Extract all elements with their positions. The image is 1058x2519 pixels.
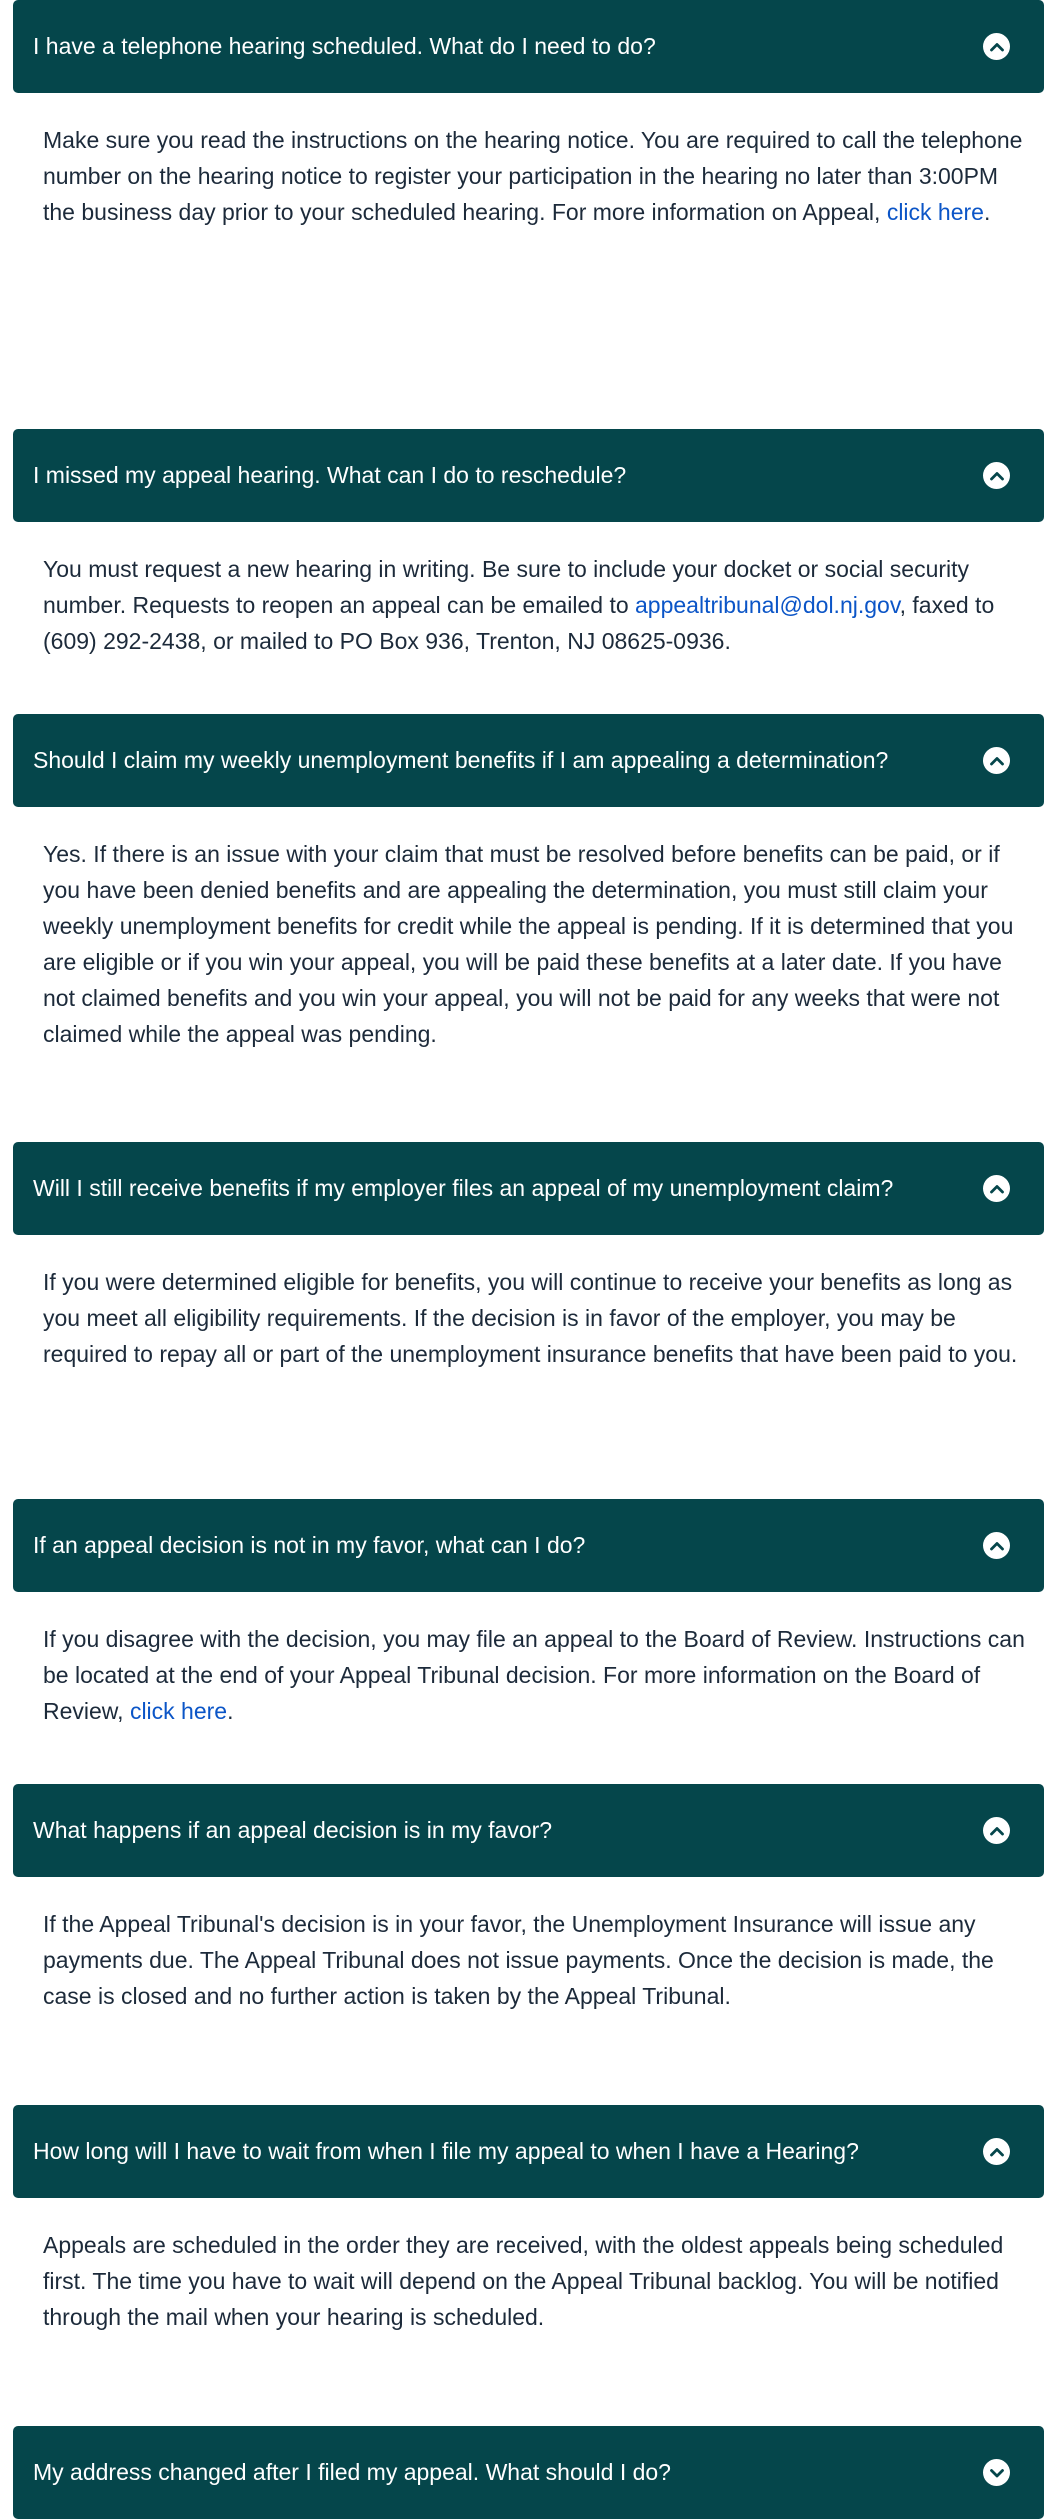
faq-question: What happens if an appeal decision is in… (33, 1816, 553, 1843)
chevron-up-icon[interactable] (983, 747, 1010, 774)
faq-toggle-6[interactable]: What happens if an appeal decision is in… (13, 1784, 1044, 1877)
faq-answer: If you were determined eligible for bene… (43, 1264, 1033, 1372)
faq-toggle-7[interactable]: How long will I have to wait from when I… (13, 2105, 1044, 2198)
faq-answer: Make sure you read the instructions on t… (43, 122, 1033, 230)
faq-toggle-3[interactable]: Should I claim my weekly unemployment be… (13, 714, 1044, 807)
faq-toggle-1[interactable]: I have a telephone hearing scheduled. Wh… (13, 0, 1044, 93)
chevron-up-icon[interactable] (983, 462, 1010, 489)
faq-answer: If the Appeal Tribunal's decision is in … (43, 1906, 1033, 2014)
answer-text: Yes. If there is an issue with your clai… (43, 841, 1014, 1047)
answer-text: Make sure you read the instructions on t… (43, 127, 1023, 225)
faq-toggle-8[interactable]: My address changed after I filed my appe… (13, 2426, 1044, 2519)
chevron-up-icon[interactable] (983, 1175, 1010, 1202)
board-of-review-link[interactable]: click here (130, 1698, 227, 1724)
faq-question: If an appeal decision is not in my favor… (33, 1531, 586, 1558)
answer-text: If you were determined eligible for bene… (43, 1269, 1018, 1367)
faq-toggle-2[interactable]: I missed my appeal hearing. What can I d… (13, 429, 1044, 522)
faq-toggle-5[interactable]: If an appeal decision is not in my favor… (13, 1499, 1044, 1592)
answer-text-end: . (227, 1698, 234, 1724)
answer-text-end: . (983, 199, 991, 225)
faq-question: Will I still receive benefits if my empl… (33, 1174, 894, 1201)
faq-question: Should I claim my weekly unemployment be… (33, 746, 889, 773)
answer-text: Appeals are scheduled in the order they … (43, 2232, 1004, 2330)
appeal-info-link[interactable]: click here (887, 199, 984, 225)
faq-question: How long will I have to wait from when I… (33, 2137, 859, 2164)
chevron-up-icon[interactable] (983, 2138, 1010, 2165)
faq-question: I have a telephone hearing scheduled. Wh… (33, 32, 656, 59)
chevron-up-icon[interactable] (983, 1532, 1010, 1559)
chevron-up-icon[interactable] (983, 1817, 1010, 1844)
faq-answer: If you disagree with the decision, you m… (43, 1621, 1033, 1729)
faq-toggle-4[interactable]: Will I still receive benefits if my empl… (13, 1142, 1044, 1235)
chevron-up-icon[interactable] (983, 33, 1010, 60)
faq-answer: Appeals are scheduled in the order they … (43, 2227, 1033, 2335)
faq-answer: Yes. If there is an issue with your clai… (43, 836, 1033, 1052)
faq-question: I missed my appeal hearing. What can I d… (33, 461, 627, 488)
faq-question: My address changed after I filed my appe… (33, 2458, 671, 2485)
faq-answer: You must request a new hearing in writin… (43, 551, 1033, 659)
chevron-down-icon[interactable] (983, 2459, 1010, 2486)
answer-text: If the Appeal Tribunal's decision is in … (43, 1911, 994, 2009)
email-link[interactable]: appealtribunal@dol.nj.gov (635, 592, 900, 618)
